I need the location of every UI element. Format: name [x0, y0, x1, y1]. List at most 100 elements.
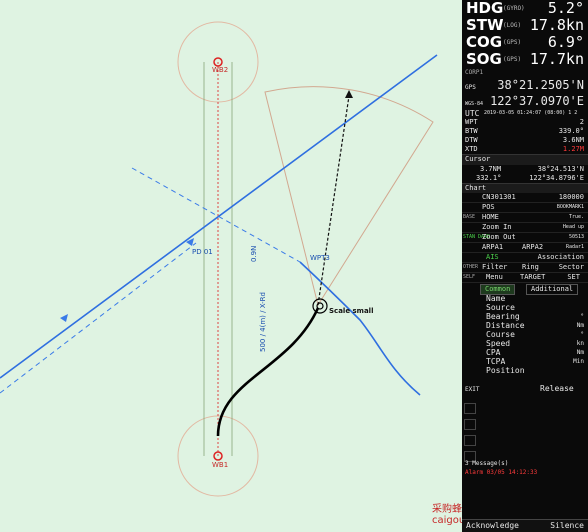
wpt-row: WPT 2: [462, 118, 588, 127]
pos-button[interactable]: POS BOOKMARK1: [462, 203, 588, 213]
wpt-value: 2: [579, 118, 584, 126]
target-item[interactable]: Course °: [462, 330, 588, 339]
target-item[interactable]: Position: [462, 366, 588, 375]
cursor-title: Cursor: [462, 154, 588, 165]
alarm-line: Alarm 03/05 14:12:33: [465, 469, 538, 476]
target-item-label: Bearing: [486, 312, 520, 321]
nav-source: (LOG): [503, 22, 522, 29]
acknowledge-button[interactable]: Acknowledge: [466, 520, 519, 532]
menu-row[interactable]: SELF Menu TARGET SET: [462, 273, 588, 283]
own-ship-label: Scale small: [329, 307, 374, 315]
gps-lon: 122°37.0970'E: [490, 94, 584, 108]
zoom-out-button[interactable]: STAN DARD Zoom Out 50513: [462, 233, 588, 243]
gps-lon-row: WGS-84 122°37.0970'E: [465, 94, 584, 108]
chart-canvas[interactable]: [0, 0, 462, 532]
target-item-unit: °: [580, 313, 584, 320]
nav-row: HDG (GYRO) 5.2°: [462, 0, 588, 17]
wpt-value: 1.27M: [562, 145, 584, 153]
nav-source: (GYRO): [503, 5, 525, 12]
cursor-row-1: 3.7NM 38°24.513'N: [480, 165, 584, 173]
nav-row: STW (LOG) 17.8kn: [462, 17, 588, 34]
wpt-value: 3.6NM: [562, 136, 584, 144]
target-item-label: TCPA: [486, 357, 506, 366]
target-item-unit: Nm: [576, 349, 584, 356]
ais-row[interactable]: AIS Association: [462, 253, 588, 263]
nav-value: 5.2°: [547, 0, 584, 17]
target-dashed-line-2: [0, 242, 197, 394]
pd1-label: PD 01: [192, 248, 213, 256]
gps-lat: 38°21.2505'N: [497, 78, 584, 92]
target-item-label: Position: [486, 366, 525, 375]
target-item[interactable]: CPA Nm: [462, 348, 588, 357]
target-item-unit: Min: [573, 358, 584, 365]
wpt-key: XTD: [465, 145, 478, 153]
wp2-label: WB2: [212, 66, 229, 74]
side-button-1[interactable]: [464, 403, 476, 414]
nav-key: HDG: [466, 0, 504, 17]
home-button[interactable]: BASE HOME True.: [462, 213, 588, 223]
target-item[interactable]: Name: [462, 294, 588, 303]
target-item[interactable]: Distance Nm: [462, 321, 588, 330]
utc-row: UTC 2019-03-05 01:24:07 (08:00) 1 2: [465, 109, 578, 118]
wpt-row: DTW 3.6NM: [462, 136, 588, 145]
cursor-row-2: 332.1° 122°34.8796'E: [476, 174, 584, 182]
nav-key: SOG: [466, 50, 502, 68]
nav-row: COG (GPS) 6.9°: [462, 34, 588, 51]
nav-value: 17.8kn: [529, 16, 584, 34]
info-panel: HDG (GYRO) 5.2° STW (LOG) 17.8kn COG (GPS)…: [462, 0, 588, 532]
nav-data-block: HDG (GYRO) 5.2° STW (LOG) 17.8kn COG (GPS)…: [462, 0, 588, 68]
target-item-unit: kn: [576, 340, 584, 347]
nav-key: STW: [466, 16, 504, 34]
chart-section-title: Chart: [462, 183, 588, 193]
dashed-arrow-icon-2: [60, 314, 68, 322]
waypoint-info: WPT 2 BTW 339.0° DTW 3.6NM XTD 1.27M: [462, 118, 588, 154]
nav-value: 6.9°: [547, 33, 584, 51]
target-item-unit: °: [580, 331, 584, 338]
exit-row: EXIT Release: [462, 383, 588, 395]
target-item[interactable]: Source: [462, 303, 588, 312]
messages-count: 3 Message(s): [465, 460, 509, 467]
electronic-chart-area[interactable]: WB2 WB1 WPT3 PD 01 0.9N 500 / 4(m) / X-R…: [0, 0, 512, 532]
heading-vector: [317, 95, 350, 306]
silence-button[interactable]: Silence: [550, 520, 584, 532]
leg-info-label: 500 / 4(m) / X-Rd: [259, 292, 267, 352]
wpt-key: WPT: [465, 118, 478, 126]
gps-lat-row: GPS 38°21.2505'N: [465, 78, 584, 92]
nav-key: COG: [466, 33, 503, 51]
target-dashed-line: [131, 167, 301, 263]
blue-track-curve: [299, 261, 421, 396]
target-item-list: Name Source Bearing ° Distance Nm Course °…: [462, 294, 588, 375]
nav-source: (GPS): [503, 39, 522, 46]
target-item-label: Course: [486, 330, 515, 339]
target-item[interactable]: Speed kn: [462, 339, 588, 348]
target-item-unit: Nm: [576, 322, 584, 329]
side-button-column: [462, 395, 588, 462]
target-item-label: CPA: [486, 348, 501, 357]
zoom-in-button[interactable]: Zoom In Head up: [462, 223, 588, 233]
target-item-label: Source: [486, 303, 515, 312]
leg-distance-label: 0.9N: [250, 245, 258, 262]
exit-label[interactable]: EXIT: [465, 386, 479, 393]
chart-cn-row[interactable]: CN301301 180000: [462, 193, 588, 203]
wpt-row: XTD 1.27M: [462, 145, 588, 154]
wpt-value: 339.0°: [558, 127, 584, 135]
target-item-label: Name: [486, 294, 506, 303]
wp1-label: WB1: [212, 461, 229, 469]
wpt-key: BTW: [465, 127, 478, 135]
alarm-footer: Acknowledge Silence: [462, 519, 588, 532]
target-item[interactable]: Bearing °: [462, 312, 588, 321]
filter-row[interactable]: OTHER Filter Ring Sector: [462, 263, 588, 273]
corp-label: CORP1: [465, 69, 484, 76]
ship-track: [216, 307, 320, 437]
side-button-3[interactable]: [464, 435, 476, 446]
side-button-2[interactable]: [464, 419, 476, 430]
target-item-label: Distance: [486, 321, 525, 330]
nav-row: SOG (GPS) 17.7kn: [462, 51, 588, 68]
target-item[interactable]: TCPA Min: [462, 357, 588, 366]
heading-arrow-icon: [345, 90, 353, 98]
nav-value: 17.7kn: [529, 50, 584, 68]
target-tabs: Common Additional: [462, 283, 588, 295]
arpa-row[interactable]: ARPA1 ARPA2 Radar1: [462, 243, 588, 253]
nav-source: (GPS): [503, 56, 522, 63]
release-button[interactable]: Release: [540, 383, 574, 395]
